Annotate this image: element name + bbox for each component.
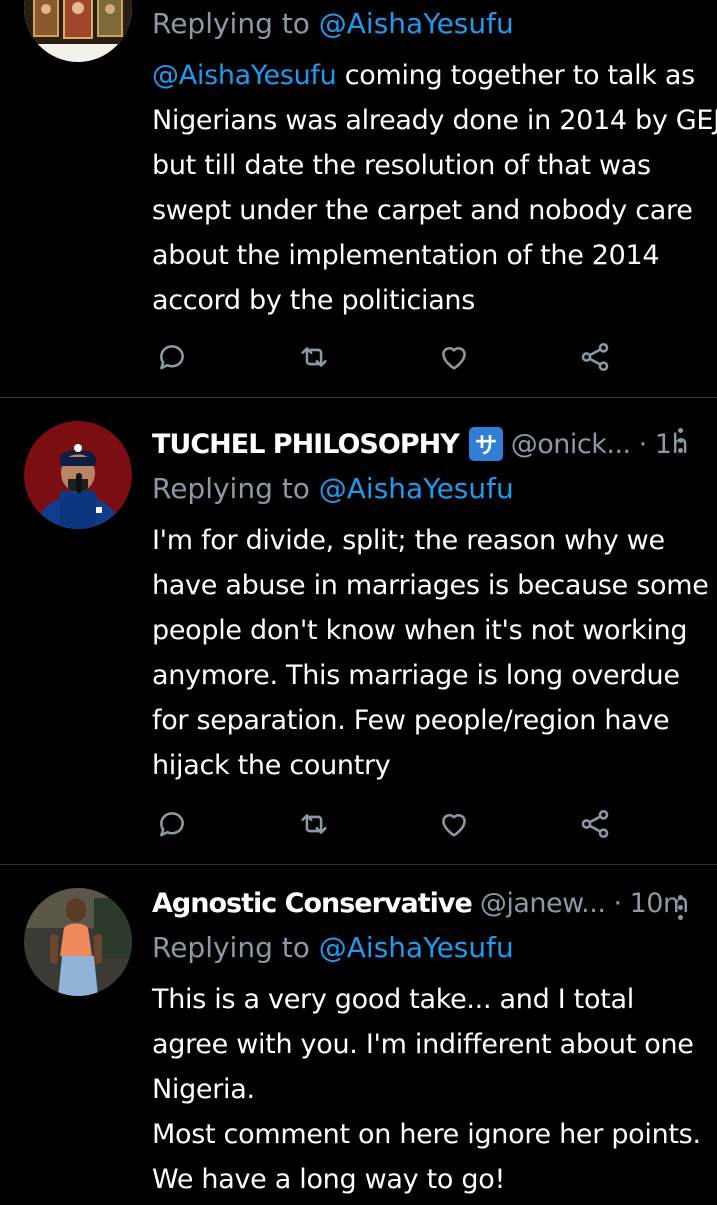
tweet-reply[interactable]: Replying to @AishaYesufu @AishaYesufu co…	[0, 0, 717, 398]
share-button[interactable]	[575, 337, 615, 377]
reply-button[interactable]	[152, 337, 192, 377]
user-handle[interactable]: @janew...	[480, 888, 606, 919]
tweet-text-line: coming together to talk as	[336, 60, 696, 91]
tweet-text-line: hijack the country	[152, 750, 391, 781]
replying-to-label: Replying to	[152, 472, 319, 505]
timestamp[interactable]: · 10m	[613, 888, 689, 919]
user-handle[interactable]: @onick...	[511, 429, 631, 460]
tweet-header: TUCHEL PHILOSOPHY サ @onick... · 1h	[152, 424, 699, 464]
avatar[interactable]	[24, 0, 132, 62]
avatar[interactable]	[24, 421, 132, 529]
timestamp[interactable]: · 1h	[639, 429, 689, 460]
tweet-header: Agnostic Conservative @janew... · 10m	[152, 883, 699, 923]
reply-icon	[155, 340, 189, 374]
tweet-text-line: have abuse in marriages is because some	[152, 570, 709, 601]
replying-to-handle[interactable]: @AishaYesufu	[319, 931, 514, 964]
replying-to-handle[interactable]: @AishaYesufu	[319, 472, 514, 505]
replying-to-label: Replying to	[152, 7, 319, 40]
tweet-text-line: agree with you. I'm indifferent about on…	[152, 1029, 694, 1060]
badge-icon: サ	[468, 427, 503, 461]
mention-link[interactable]: @AishaYesufu	[152, 60, 337, 91]
reply-button[interactable]	[152, 804, 192, 844]
tweet-text-line: We have a long way to go!	[152, 1164, 505, 1195]
tweet-reply[interactable]: Agnostic Conservative @janew... · 10m Re…	[0, 865, 717, 1205]
tweet-reply[interactable]: TUCHEL PHILOSOPHY サ @onick... · 1h Reply…	[0, 398, 717, 865]
replying-to-line: Replying to @AishaYesufu	[152, 926, 699, 970]
replying-to-label: Replying to	[152, 931, 319, 964]
tweet-actions	[152, 337, 622, 377]
tweet-text-line: about the implementation of the 2014	[152, 240, 660, 271]
tweet-text-line: Nigeria.	[152, 1074, 255, 1105]
tweet-text-line: anymore. This marriage is long overdue	[152, 660, 680, 691]
share-button[interactable]	[575, 804, 615, 844]
avatar[interactable]	[24, 888, 132, 996]
share-icon	[578, 807, 612, 841]
retweet-icon	[296, 807, 332, 841]
tweet-actions	[152, 804, 622, 844]
replying-to-line: Replying to @AishaYesufu	[152, 467, 699, 511]
tweet-text: @AishaYesufu coming together to talk as …	[152, 53, 717, 323]
tweet-text-line: Most comment on here ignore her points.	[152, 1119, 701, 1150]
tweet-text-line: people don't know when it's not working	[152, 615, 688, 646]
display-name[interactable]: Agnostic Conservative	[152, 888, 473, 919]
tweet-text-line: This is a very good take... and I total	[152, 984, 634, 1015]
heart-icon	[437, 340, 471, 374]
tweet-text-line: accord by the politicians	[152, 285, 476, 316]
display-name[interactable]: TUCHEL PHILOSOPHY	[152, 429, 460, 460]
tweet-text-line: Nigerians was already done in 2014 by GE…	[152, 105, 717, 136]
timeline-feed: Replying to @AishaYesufu @AishaYesufu co…	[0, 0, 717, 1205]
reply-icon	[155, 807, 189, 841]
like-button[interactable]	[434, 804, 474, 844]
tweet-text: This is a very good take... and I total …	[152, 977, 701, 1202]
tweet-text-line: for separation. Few people/region have	[152, 705, 670, 736]
share-icon	[578, 340, 612, 374]
tweet-text-line: I'm for divide, split; the reason why we	[152, 525, 665, 556]
retweet-button[interactable]	[294, 337, 334, 377]
tweet-text-line: but till date the resolution of that was	[152, 150, 651, 181]
retweet-button[interactable]	[294, 804, 334, 844]
tweet-text-line: swept under the carpet and nobody care	[152, 195, 693, 226]
replying-to-handle[interactable]: @AishaYesufu	[319, 7, 514, 40]
retweet-icon	[296, 340, 332, 374]
heart-icon	[437, 807, 471, 841]
tweet-text: I'm for divide, split; the reason why we…	[152, 518, 709, 788]
like-button[interactable]	[434, 337, 474, 377]
replying-to-line: Replying to @AishaYesufu	[152, 2, 699, 46]
